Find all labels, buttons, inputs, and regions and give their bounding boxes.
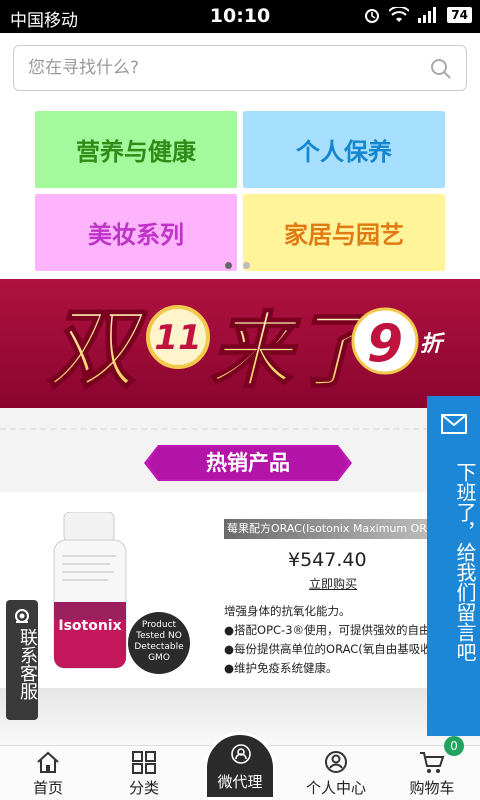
nav-cart-label: 购物车 xyxy=(409,779,455,797)
mail-icon xyxy=(441,414,467,434)
search-bar[interactable] xyxy=(13,45,467,91)
promo-text-11: 11 xyxy=(154,318,201,358)
leave-message-text: 下班了，给我们留言吧 xyxy=(453,462,477,662)
section-divider xyxy=(0,428,480,430)
signal-icon xyxy=(418,7,437,23)
carousel-dot-1[interactable] xyxy=(225,262,232,269)
buy-now-link[interactable]: 立即购买 xyxy=(309,575,357,592)
nav-category-label: 分类 xyxy=(128,779,159,797)
search-input[interactable] xyxy=(14,46,414,90)
home-icon xyxy=(37,751,59,773)
wifi-icon xyxy=(389,7,410,22)
promo-text-zhe: 折 xyxy=(420,332,446,357)
user-icon xyxy=(325,751,347,773)
nav-profile[interactable]: 个人中心 xyxy=(296,746,376,800)
category-carousel: 营养与健康 个人保养 美妆系列 家居与园艺 xyxy=(27,103,453,275)
cart-count-badge: 0 xyxy=(444,736,464,756)
nav-profile-label: 个人中心 xyxy=(305,779,366,797)
carousel-dot-2[interactable] xyxy=(243,262,250,269)
nav-agent-label: 微代理 xyxy=(217,773,263,791)
search-icon[interactable] xyxy=(430,58,452,80)
product-brand: Isotonix xyxy=(58,618,121,634)
status-bar: 中国移动 10:10 74 xyxy=(0,0,480,33)
gmo-badge: Product Tested NO Detectable GMO xyxy=(128,612,190,674)
headset-icon xyxy=(15,609,29,623)
cart-icon xyxy=(420,752,445,773)
promo-banner[interactable]: 双 11 来了 9 折 xyxy=(0,279,480,408)
category-beauty[interactable]: 美妆系列 xyxy=(35,194,237,271)
nav-category[interactable]: 分类 xyxy=(104,746,184,800)
category-personal-care[interactable]: 个人保养 xyxy=(243,111,445,188)
nav-home-label: 首页 xyxy=(32,779,63,797)
alarm-icon xyxy=(365,9,380,23)
category-nutrition-health[interactable]: 营养与健康 xyxy=(35,111,237,188)
customer-service-label: 联系客服 xyxy=(17,628,38,700)
category-home-garden[interactable]: 家居与园艺 xyxy=(243,194,445,271)
hot-products-header: 热销产品 xyxy=(144,445,352,481)
battery-level: 74 xyxy=(447,7,472,23)
customer-service-button[interactable]: 联系客服 xyxy=(6,600,38,720)
nav-home[interactable]: 首页 xyxy=(8,746,88,800)
product-bottle-image[interactable]: Isotonix xyxy=(50,512,130,672)
product-price: ¥547.40 xyxy=(288,549,367,571)
nav-agent-button[interactable]: 微代理 xyxy=(204,732,276,800)
promo-text-discount: 9 xyxy=(367,314,403,374)
agent-group-icon xyxy=(231,744,251,764)
leave-message-panel[interactable]: 下班了，给我们留言吧 xyxy=(427,396,480,736)
grid-icon xyxy=(132,751,156,774)
hot-products-title: 热销产品 xyxy=(206,451,290,475)
promo-banner-art: 双 11 来了 9 折 xyxy=(47,296,446,401)
nav-cart[interactable]: 购物车 xyxy=(392,746,472,800)
promo-text-double: 双 xyxy=(48,297,148,400)
product-title[interactable]: 莓果配方ORAC(Isotonix Maximum ORAC xyxy=(224,519,434,539)
carousel-indicator xyxy=(225,262,250,269)
